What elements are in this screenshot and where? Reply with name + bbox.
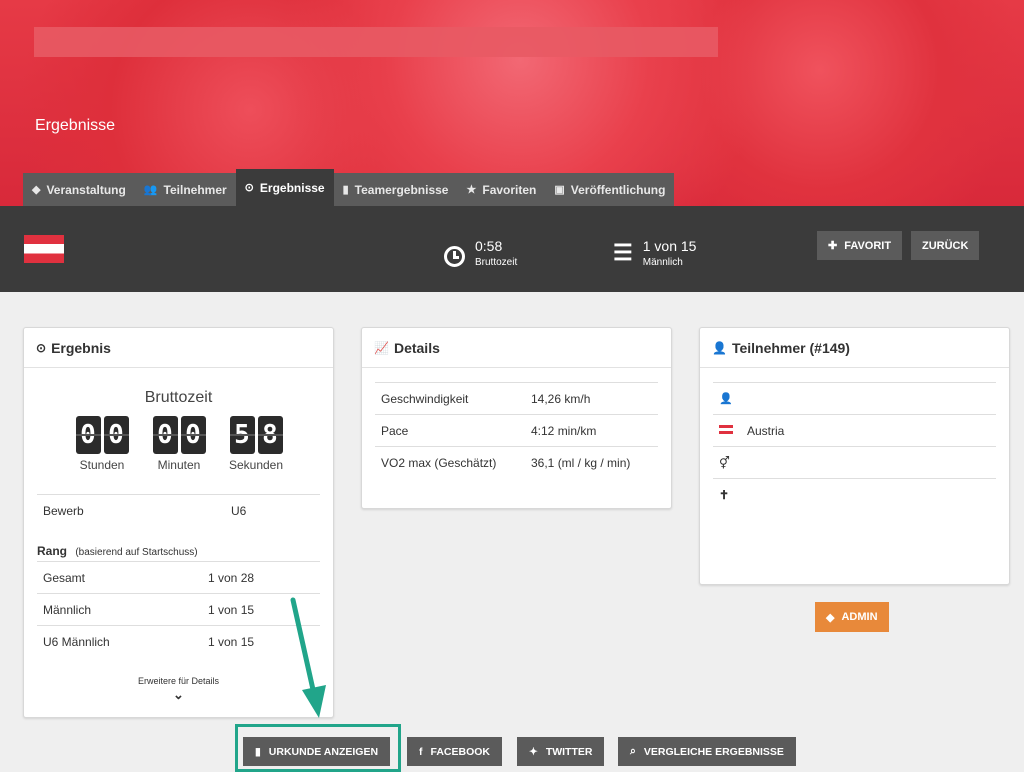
- annotation-arrow-icon: [290, 597, 326, 718]
